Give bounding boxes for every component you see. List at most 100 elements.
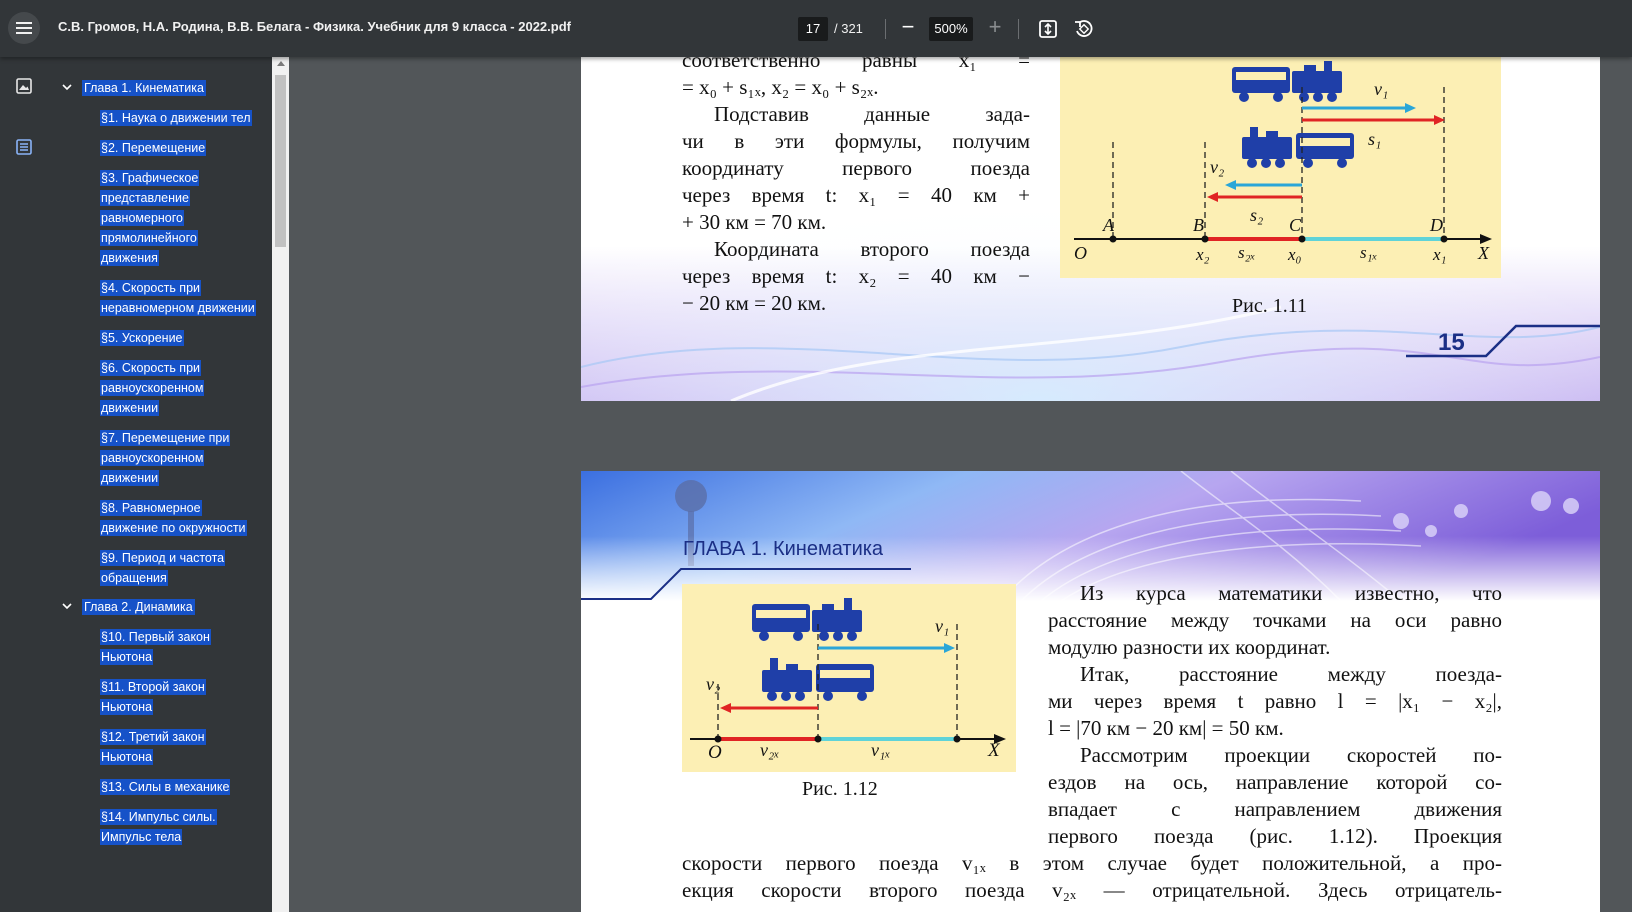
- text-line: модулю разности их координат.: [1048, 635, 1331, 659]
- label-point-c: C: [1289, 215, 1302, 235]
- document-title: С.В. Громов, Н.А. Родина, В.В. Белага - …: [58, 19, 571, 34]
- outline-item-label: §5. Ускорение: [100, 330, 184, 346]
- outline-item-label: §9. Период и частота обращения: [100, 550, 226, 586]
- document-outline: Глава 1. Кинематика §1. Наука о движении …: [56, 79, 268, 857]
- figure-1-11: v₁ s₁ v₂ s₂ A B C D O x₂ s₂ₓ x₀ s₁ₓ x₁ X: [1060, 57, 1501, 278]
- label-v2: v₂: [706, 674, 721, 694]
- outline-item-label: §10. Первый закон Ньютона: [100, 629, 211, 665]
- text-line: через время t: x₁ = 40 км +: [682, 183, 1030, 207]
- label-axis-x: X: [1478, 243, 1489, 263]
- text-line: ное значение проекции скорости означает,…: [682, 904, 1502, 912]
- outline-section-item[interactable]: §11. Второй закон Ньютона: [56, 677, 256, 717]
- pdf-toolbar: С.В. Громов, Н.А. Родина, В.В. Белага - …: [0, 0, 1632, 57]
- text-line: координату первого поезда: [682, 156, 1030, 180]
- text-line: чи в эти формулы, получим: [682, 129, 1030, 153]
- text-line: расстояние между точками на оси равно: [1048, 608, 1502, 632]
- outline-section-item[interactable]: §12. Третий закон Ньютона: [56, 727, 256, 767]
- outline-section-item[interactable]: §5. Ускорение: [56, 328, 256, 348]
- label-origin: O: [708, 742, 722, 763]
- pdf-page: ГЛАВА 1. Кинематика v₁ v₂ O v₂ₓ v₁ₓ X Ри…: [581, 471, 1600, 912]
- text-line: Рассмотрим проекции скоростей по-: [1080, 743, 1502, 767]
- text-line: l = |70 км − 20 км| = 50 км.: [1048, 716, 1284, 740]
- page-number-input[interactable]: 17: [798, 17, 828, 41]
- outline-section-item[interactable]: §9. Период и частота обращения: [56, 548, 256, 588]
- label-s2x: s₂ₓ: [1238, 243, 1256, 262]
- label-v1x: v₁ₓ: [871, 740, 891, 760]
- label-v1: v₁: [1374, 79, 1389, 99]
- train-icon: [1232, 61, 1342, 102]
- text-line: екция скорости второго поезда v₂ₓ — отри…: [682, 878, 1502, 902]
- label-s1x: s₁ₓ: [1360, 243, 1378, 262]
- outline-chapter-item[interactable]: Глава 1. Кинематика: [56, 79, 268, 99]
- figure-1-12: v₁ v₂ O v₂ₓ v₁ₓ X: [682, 584, 1016, 772]
- text-line: Из курса математики известно, что: [1080, 581, 1502, 605]
- chevron-down-icon[interactable]: [62, 601, 72, 611]
- outline-item-label: §6. Скорость при равноускоренном движени…: [100, 360, 205, 416]
- outline-item-label: §12. Третий закон Ньютона: [100, 729, 206, 765]
- label-point-a: A: [1103, 215, 1114, 235]
- menu-icon: [16, 22, 32, 24]
- outline-item-label: §11. Второй закон Ньютона: [100, 679, 206, 715]
- train-icon: [1242, 127, 1354, 168]
- label-x1: x₁: [1433, 245, 1447, 264]
- toolbar-divider: [885, 19, 886, 39]
- rotate-icon[interactable]: [1073, 18, 1095, 40]
- text-line: ездов на ось, направление которой со-: [1048, 770, 1502, 794]
- outline-section-item[interactable]: §7. Перемещение при равноускоренном движ…: [56, 428, 256, 488]
- label-point-d: D: [1430, 215, 1443, 235]
- text-line: = x₀ + s₁ₓ, x₂ = x₀ + s₂ₓ.: [682, 75, 879, 99]
- outline-section-item[interactable]: §3. Графическое представление равномерно…: [56, 168, 256, 268]
- zoom-level-input[interactable]: 500%: [929, 17, 973, 41]
- thumbnail-icon[interactable]: [15, 77, 33, 95]
- text-line: через время t: x₂ = 40 км −: [682, 264, 1030, 288]
- sidebar-scroll-thumb[interactable]: [275, 75, 286, 247]
- outline-section-item[interactable]: §13. Силы в механике: [56, 777, 256, 797]
- label-s1: s₁: [1368, 129, 1382, 149]
- menu-icon: [16, 27, 32, 29]
- label-axis-x: X: [988, 740, 1000, 761]
- outline-section-item[interactable]: §2. Перемещение: [56, 138, 256, 158]
- label-x2: x₂: [1196, 245, 1210, 264]
- outline-icon[interactable]: [15, 138, 33, 156]
- outline-item-label: §8. Равномерное движение по окружности: [100, 500, 247, 536]
- outline-item-label: §4. Скорость при неравномерном движении: [100, 280, 256, 316]
- outline-section-item[interactable]: §1. Наука о движении тел: [56, 108, 256, 128]
- text-line: ми через время t равно l = |x₁ − x₂|,: [1048, 689, 1502, 713]
- page-number-decoration: [1406, 324, 1600, 358]
- outline-item-label: Глава 1. Кинематика: [82, 80, 206, 96]
- page-total: / 321: [834, 21, 863, 36]
- menu-icon: [16, 32, 32, 34]
- page2-text-column: Из курса математики известно, что рассто…: [1048, 580, 1502, 850]
- zoom-in-button[interactable]: +: [984, 16, 1006, 39]
- outline-item-label: §2. Перемещение: [100, 140, 207, 156]
- text-line: Подставив данные зада-: [714, 102, 1030, 126]
- figure-caption: Рис. 1.11: [1232, 295, 1307, 317]
- page2-full-width-text: скорости первого поезда v₁ₓ в этом случа…: [682, 850, 1502, 912]
- outline-item-label: §13. Силы в механике: [100, 779, 231, 795]
- text-line: Итак, расстояние между поезда-: [1080, 662, 1502, 686]
- text-line: − 20 км = 20 км.: [682, 291, 827, 315]
- menu-button[interactable]: [8, 12, 40, 44]
- text-line: Координата второго поезда: [714, 237, 1030, 261]
- outline-section-item[interactable]: §10. Первый закон Ньютона: [56, 627, 256, 667]
- train-icon: [752, 598, 862, 641]
- sidebar: Глава 1. Кинематика §1. Наука о движении …: [0, 57, 272, 912]
- label-s2: s₂: [1250, 205, 1264, 225]
- outline-section-item[interactable]: §14. Импульс силы. Импульс тела: [56, 807, 256, 847]
- label-origin: O: [1074, 243, 1087, 263]
- outline-section-item[interactable]: §4. Скорость при неравномерном движении: [56, 278, 256, 318]
- chevron-down-icon[interactable]: [62, 82, 72, 92]
- outline-item-label: §7. Перемещение при равноускоренном движ…: [100, 430, 231, 486]
- label-v1: v₁: [935, 616, 950, 636]
- figure-caption: Рис. 1.12: [802, 778, 878, 800]
- page-number: 15: [1438, 329, 1465, 356]
- fit-page-icon[interactable]: [1038, 19, 1058, 39]
- outline-item-label: Глава 2. Динамика: [82, 599, 195, 615]
- outline-section-item[interactable]: §8. Равномерное движение по окружности: [56, 498, 256, 538]
- scroll-up-arrow-icon[interactable]: [277, 61, 285, 66]
- outline-section-item[interactable]: §6. Скорость при равноускоренном движени…: [56, 358, 256, 418]
- chapter-header: ГЛАВА 1. Кинематика: [683, 538, 884, 560]
- text-line: + 30 км = 70 км.: [682, 210, 827, 234]
- zoom-out-button[interactable]: −: [897, 16, 919, 40]
- outline-chapter-item[interactable]: Глава 2. Динамика: [56, 598, 268, 618]
